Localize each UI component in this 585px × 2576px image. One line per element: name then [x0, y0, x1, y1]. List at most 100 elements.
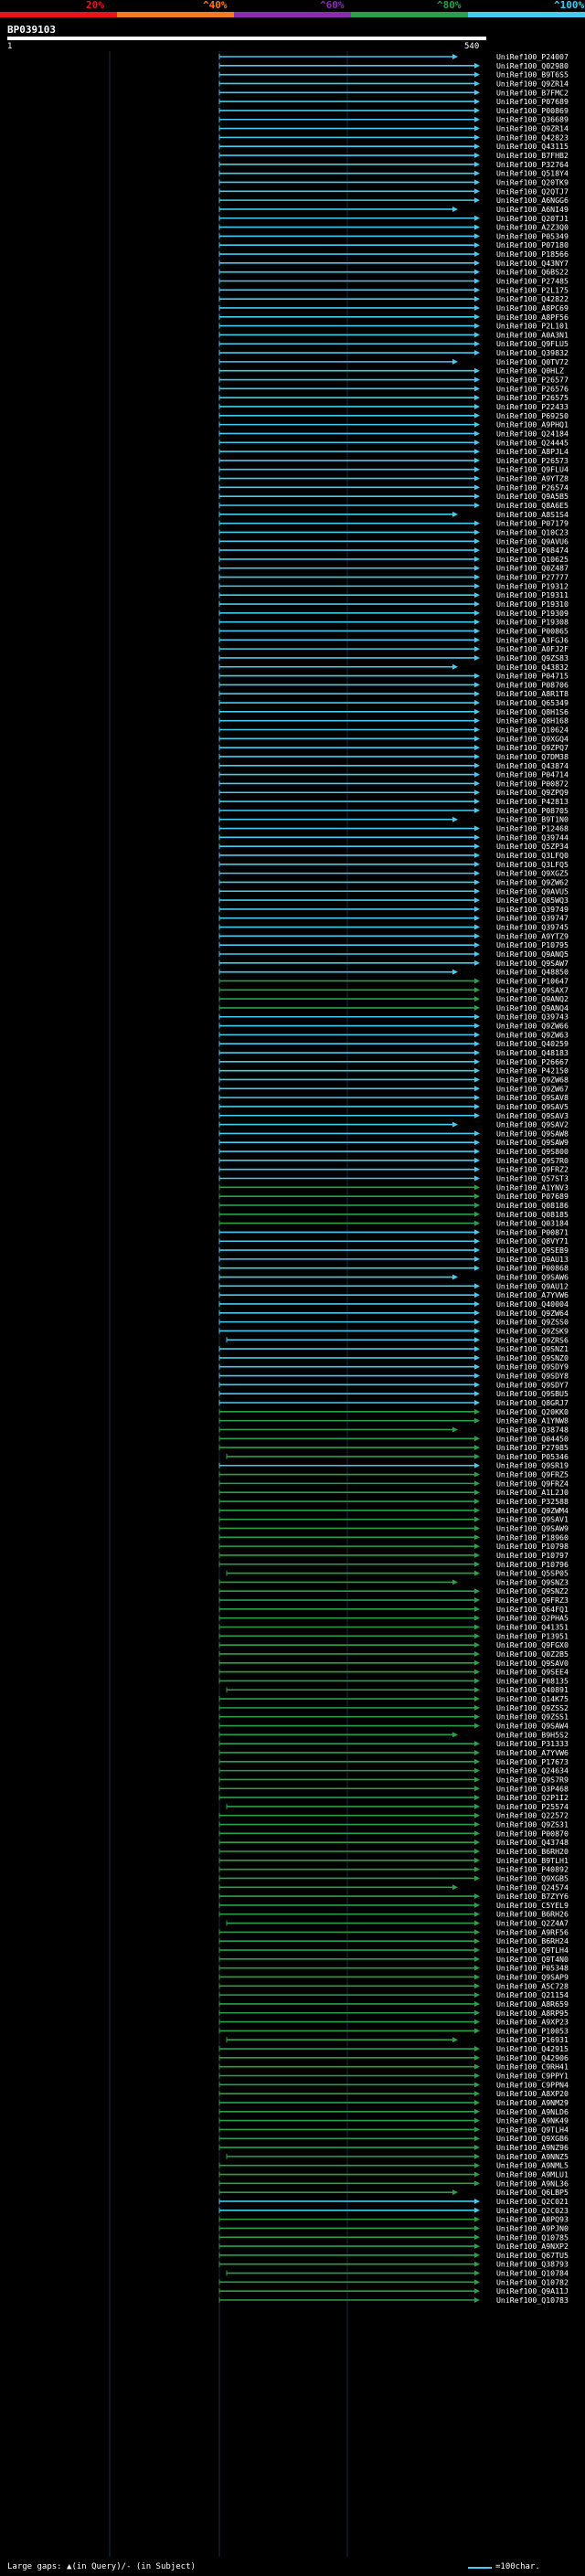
hit-label[interactable]: UniRef100_Q0Z2B5	[496, 1649, 569, 1659]
hit-label[interactable]: UniRef100_P08706	[496, 680, 569, 689]
hit-label[interactable]: UniRef100_Q04450	[496, 1434, 569, 1443]
hit-label[interactable]: UniRef100_P42813	[496, 797, 569, 806]
hit-label[interactable]: UniRef100_P26577	[496, 376, 569, 385]
hit-label[interactable]: UniRef100_P27985	[496, 1443, 569, 1452]
hit-label[interactable]: UniRef100_Q9TLH4	[496, 1945, 569, 1955]
hit-label[interactable]: UniRef100_Q08185	[496, 1210, 569, 1219]
hit-label[interactable]: UniRef100_Q9S7R0	[496, 1156, 569, 1165]
hit-label[interactable]: UniRef100_Q24184	[496, 429, 569, 438]
hit-label[interactable]: UniRef100_B9T1N0	[496, 815, 569, 824]
hit-label[interactable]: UniRef100_Q9XGB6	[496, 2134, 569, 2143]
hit-label[interactable]: UniRef100_A9NML5	[496, 2161, 569, 2170]
hit-label[interactable]: UniRef100_Q9ANQ2	[496, 994, 569, 1003]
hit-label[interactable]: UniRef100_Q5ZP34	[496, 842, 569, 851]
hit-label[interactable]: UniRef100_A9RF56	[496, 1927, 569, 1936]
hit-label[interactable]: UniRef100_Q9FLU4	[496, 465, 569, 474]
hit-label[interactable]: UniRef100_Q9SBU5	[496, 1389, 569, 1398]
hit-label[interactable]: UniRef100_Q9SAW9	[496, 1523, 569, 1532]
hit-label[interactable]: UniRef100_P26573	[496, 456, 569, 465]
hit-label[interactable]: UniRef100_Q9ZS83	[496, 653, 569, 663]
hit-label[interactable]: UniRef100_A9YTZ9	[496, 931, 569, 940]
hit-label[interactable]: UniRef100_P00872	[496, 779, 569, 788]
hit-label[interactable]: UniRef100_Q9SNZ0	[496, 1353, 569, 1362]
hit-label[interactable]: UniRef100_B7FHB2	[496, 151, 569, 160]
hit-label[interactable]: UniRef100_Q41351	[496, 1623, 569, 1632]
hit-label[interactable]: UniRef100_Q43NY7	[496, 259, 569, 268]
hit-label[interactable]: UniRef100_P19312	[496, 581, 569, 590]
hit-label[interactable]: UniRef100_Q10784	[496, 2269, 569, 2278]
hit-label[interactable]: UniRef100_C9RH41	[496, 2062, 569, 2072]
hit-label[interactable]: UniRef100_A6NGG6	[496, 196, 569, 205]
hit-label[interactable]: UniRef100_Q42822	[496, 294, 569, 303]
hit-label[interactable]: UniRef100_Q57ST3	[496, 1174, 569, 1183]
hit-label[interactable]: UniRef100_Q8GRJ7	[496, 1398, 569, 1407]
hit-label[interactable]: UniRef100_P08474	[496, 546, 569, 555]
hit-label[interactable]: UniRef100_P00869	[496, 106, 569, 115]
hit-label[interactable]: UniRef100_Q9ZPQ9	[496, 788, 569, 797]
hit-label[interactable]: UniRef100_P08135	[496, 1676, 569, 1685]
hit-label[interactable]: UniRef100_Q65349	[496, 698, 569, 707]
hit-label[interactable]: UniRef100_Q9TLH4	[496, 2125, 569, 2134]
hit-label[interactable]: UniRef100_Q8H1S6	[496, 707, 569, 716]
hit-label[interactable]: UniRef100_Q39744	[496, 832, 569, 842]
hit-label[interactable]: UniRef100_Q8A6E5	[496, 501, 569, 510]
hit-label[interactable]: UniRef100_P10798	[496, 1542, 569, 1551]
hit-label[interactable]: UniRef100_P10053	[496, 2026, 569, 2035]
hit-label[interactable]: UniRef100_Q20KK0	[496, 1407, 569, 1416]
hit-label[interactable]: UniRef100_A1YNV3	[496, 1182, 569, 1192]
hit-label[interactable]: UniRef100_Q9ZW62	[496, 877, 569, 886]
hit-label[interactable]: UniRef100_Q9SAV5	[496, 1102, 569, 1111]
hit-label[interactable]: UniRef100_P32764	[496, 160, 569, 169]
hit-label[interactable]: UniRef100_Q3LFQ5	[496, 860, 569, 869]
hit-label[interactable]: UniRef100_Q67TU5	[496, 2251, 569, 2260]
hit-label[interactable]: UniRef100_Q24574	[496, 1882, 569, 1892]
hit-label[interactable]: UniRef100_P26667	[496, 1057, 569, 1066]
hit-label[interactable]: UniRef100_Q9ZWM4	[496, 1506, 569, 1515]
hit-label[interactable]: UniRef100_Q20TJ1	[496, 214, 569, 223]
hit-label[interactable]: UniRef100_Q36689	[496, 115, 569, 124]
hit-label[interactable]: UniRef100_Q9SAV2	[496, 1120, 569, 1129]
hit-label[interactable]: UniRef100_P12468	[496, 824, 569, 833]
hit-label[interactable]: UniRef100_Q9ZRS6	[496, 1335, 569, 1344]
hit-label[interactable]: UniRef100_Q9SAV3	[496, 1111, 569, 1120]
hit-label[interactable]: UniRef100_P05348	[496, 1964, 569, 1973]
hit-label[interactable]: UniRef100_Q43748	[496, 1838, 569, 1847]
hit-label[interactable]: UniRef100_Q9ZS31	[496, 1820, 569, 1829]
hit-label[interactable]: UniRef100_A1L2J0	[496, 1488, 569, 1497]
hit-label[interactable]: UniRef100_Q9ZR14	[496, 124, 569, 133]
hit-label[interactable]: UniRef100_Q9A5B5	[496, 492, 569, 501]
hit-label[interactable]: UniRef100_Q9ZW64	[496, 1309, 569, 1318]
hit-label[interactable]: UniRef100_Q39745	[496, 923, 569, 932]
hit-label[interactable]: UniRef100_Q10783	[496, 2295, 569, 2305]
hit-label[interactable]: UniRef100_Q2PHA5	[496, 1614, 569, 1623]
hit-label[interactable]: UniRef100_Q43115	[496, 142, 569, 151]
hit-label[interactable]: UniRef100_Q10785	[496, 2232, 569, 2242]
hit-label[interactable]: UniRef100_Q21154	[496, 1990, 569, 1999]
hit-label[interactable]: UniRef100_Q40259	[496, 1039, 569, 1048]
hit-label[interactable]: UniRef100_A7YVW6	[496, 1748, 569, 1757]
hit-label[interactable]: UniRef100_P24007	[496, 52, 569, 61]
hit-label[interactable]: UniRef100_P69250	[496, 411, 569, 420]
hit-label[interactable]: UniRef100_Q8H168	[496, 716, 569, 726]
hit-label[interactable]: UniRef100_Q42915	[496, 2044, 569, 2053]
hit-label[interactable]: UniRef100_Q9SAW9	[496, 1138, 569, 1147]
hit-label[interactable]: UniRef100_Q9SAW7	[496, 959, 569, 968]
hit-label[interactable]: UniRef100_A7YVW6	[496, 1290, 569, 1299]
hit-label[interactable]: UniRef100_Q9A11J	[496, 2286, 569, 2295]
hit-label[interactable]: UniRef100_Q9T4N0	[496, 1955, 569, 1964]
hit-label[interactable]: UniRef100_Q10782	[496, 2277, 569, 2286]
hit-label[interactable]: UniRef100_Q9SEE4	[496, 1668, 569, 1677]
hit-label[interactable]: UniRef100_Q9SAV0	[496, 1659, 569, 1668]
hit-label[interactable]: UniRef100_Q9ZW67	[496, 1084, 569, 1093]
hit-label[interactable]: UniRef100_P07689	[496, 1192, 569, 1201]
hit-label[interactable]: UniRef100_Q9ANQ5	[496, 949, 569, 959]
hit-label[interactable]: UniRef100_P18960	[496, 1532, 569, 1542]
hit-label[interactable]: UniRef100_Q10C23	[496, 527, 569, 536]
hit-label[interactable]: UniRef100_Q9ZR14	[496, 79, 569, 88]
hit-label[interactable]: UniRef100_P25574	[496, 1802, 569, 1811]
hit-label[interactable]: UniRef100_Q6LBP5	[496, 2188, 569, 2197]
hit-label[interactable]: UniRef100_Q9XGB5	[496, 1873, 569, 1882]
hit-label[interactable]: UniRef100_Q0Z487	[496, 564, 569, 573]
hit-label[interactable]: UniRef100_Q3LFQ0	[496, 851, 569, 860]
hit-label[interactable]: UniRef100_Q24634	[496, 1766, 569, 1776]
